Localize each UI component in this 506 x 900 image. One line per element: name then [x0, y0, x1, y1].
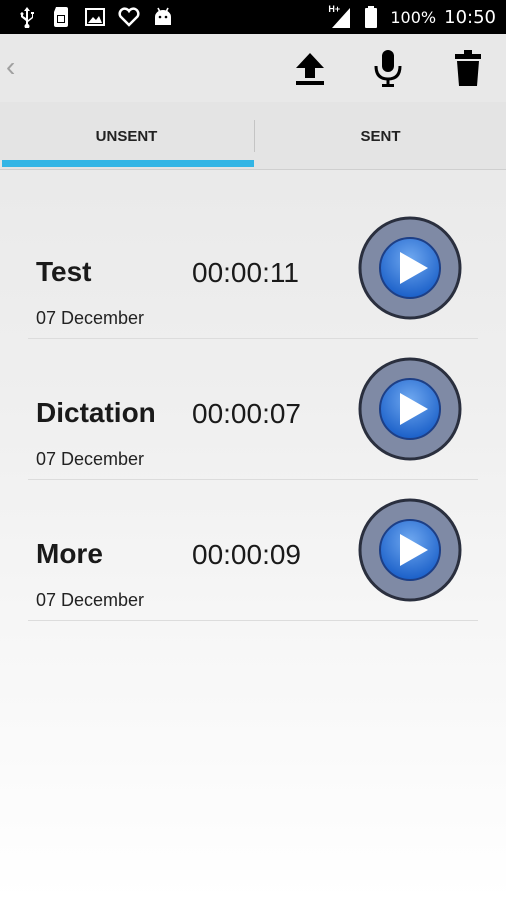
record-button[interactable]: [368, 48, 408, 88]
recording-name: Dictation: [36, 397, 156, 428]
play-button[interactable]: [358, 498, 462, 602]
notification-icons: [16, 6, 174, 28]
recording-duration: 00:00:11: [192, 257, 299, 288]
image-icon: [84, 6, 106, 28]
play-button[interactable]: [358, 357, 462, 461]
battery-percent: 100%: [390, 7, 437, 27]
status-bar: H+ 100% 10:50: [0, 0, 506, 34]
signal-icon: H+: [328, 4, 352, 30]
recording-list: Test 00:00:11 07 December Dictation 00:0…: [0, 198, 506, 621]
row-divider: [28, 620, 478, 621]
network-type-label: H+: [328, 4, 341, 14]
delete-button[interactable]: [448, 48, 488, 88]
clock: 10:50: [444, 6, 496, 28]
list-item[interactable]: More 00:00:09 07 December: [0, 480, 506, 621]
usb-icon: [16, 6, 38, 28]
recording-date: 07 December: [36, 449, 145, 469]
play-button[interactable]: [358, 216, 462, 320]
recording-duration: 00:00:09: [192, 539, 301, 570]
sim-icon: [50, 6, 72, 28]
microphone-icon: [374, 50, 402, 87]
battery-icon: [360, 6, 382, 28]
android-icon: [152, 6, 174, 28]
play-icon: [358, 216, 462, 320]
recording-date: 07 December: [36, 308, 145, 328]
play-icon: [358, 357, 462, 461]
play-icon: [358, 498, 462, 602]
heart-icon: [118, 6, 140, 28]
upload-button[interactable]: [290, 48, 330, 88]
list-item[interactable]: Test 00:00:11 07 December: [0, 198, 506, 339]
back-chevron-icon[interactable]: ‹: [6, 52, 20, 82]
list-item[interactable]: Dictation 00:00:07 07 December: [0, 339, 506, 480]
system-status: H+ 100% 10:50: [328, 4, 496, 30]
recording-duration: 00:00:07: [192, 398, 301, 429]
active-tab-indicator: [2, 160, 254, 167]
recording-date: 07 December: [36, 590, 145, 610]
upload-icon: [296, 53, 324, 85]
trash-icon: [455, 50, 481, 86]
tab-sent[interactable]: SENT: [254, 102, 506, 170]
recording-name: More: [36, 538, 103, 569]
action-bar: ‹: [0, 34, 506, 102]
recording-name: Test: [36, 256, 92, 287]
